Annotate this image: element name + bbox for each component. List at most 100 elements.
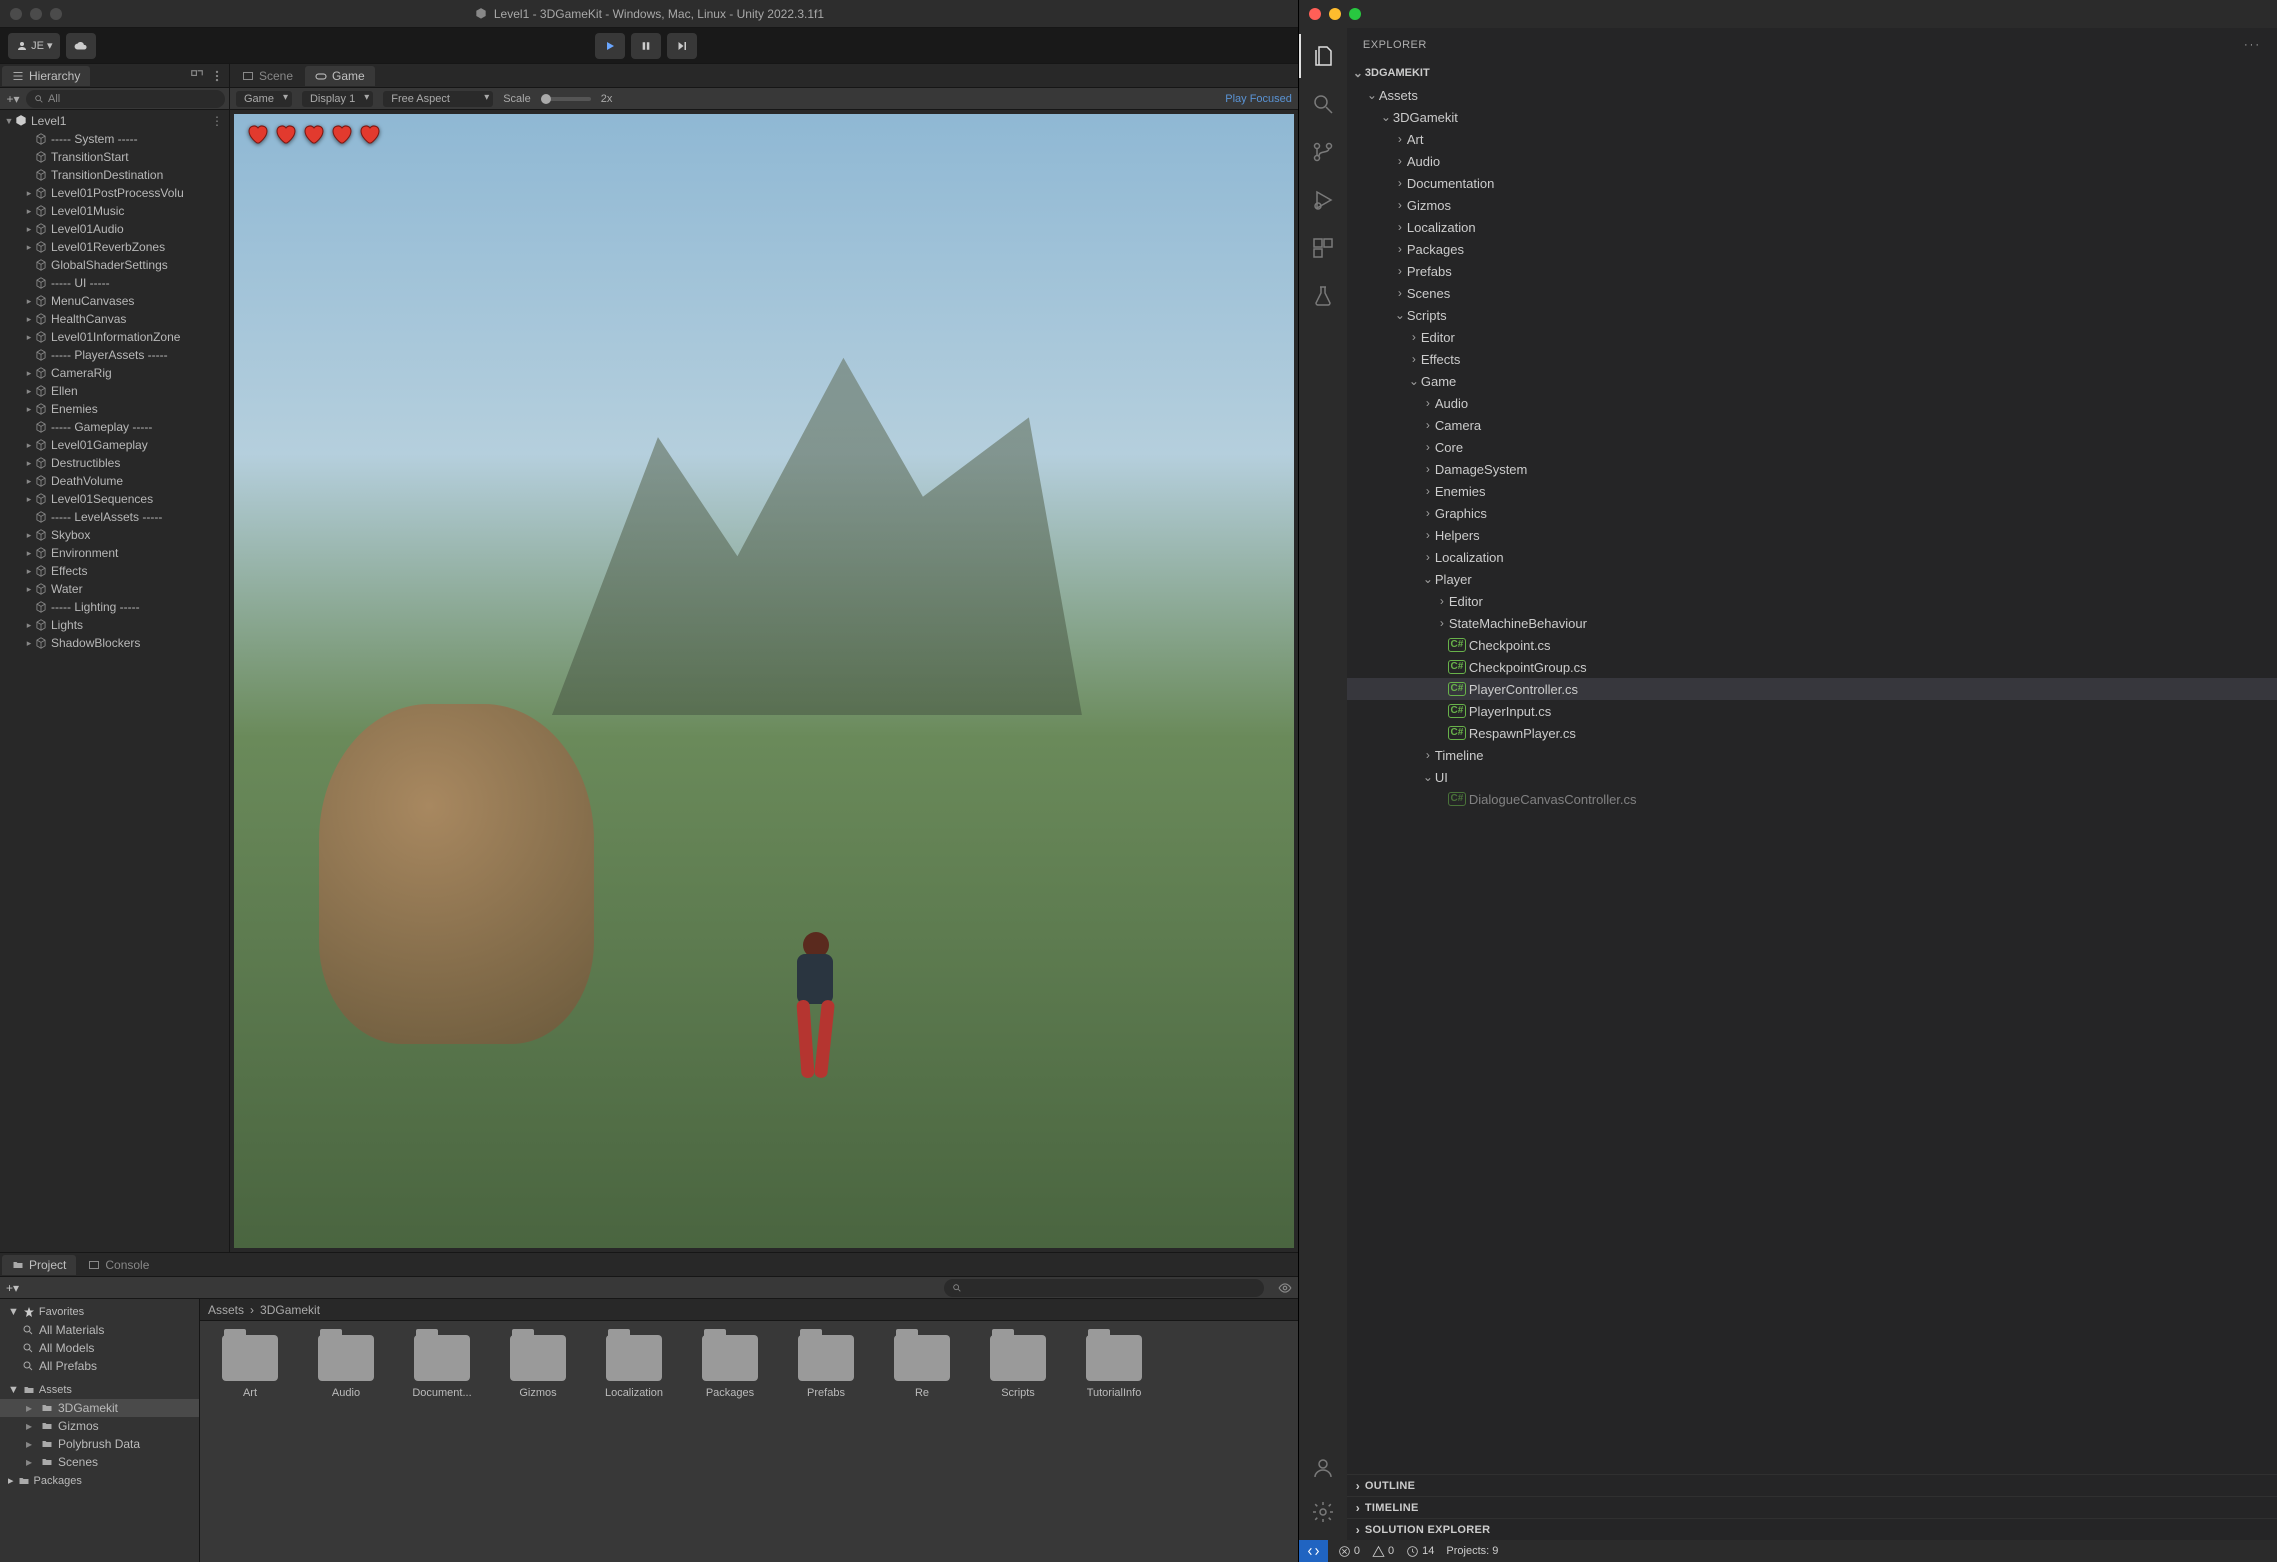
warnings-status[interactable]: 0 (1372, 1545, 1394, 1558)
cloud-button[interactable] (66, 33, 96, 59)
projects-status[interactable]: Projects: 9 (1446, 1545, 1498, 1557)
settings-activity[interactable] (1299, 1490, 1347, 1534)
folder-item[interactable]: ›Packages (1347, 238, 2277, 260)
folder-item[interactable]: ›Scenes (1347, 282, 2277, 304)
run-debug-activity[interactable] (1299, 178, 1347, 222)
project-tree[interactable]: ▼ Favorites All MaterialsAll ModelsAll P… (0, 1299, 200, 1562)
folder-item[interactable]: ⌄Assets (1347, 84, 2277, 106)
hierarchy-item[interactable]: ----- Lighting ----- (0, 598, 229, 616)
game-viewport[interactable] (234, 114, 1294, 1248)
scale-slider[interactable] (541, 97, 591, 101)
hierarchy-item[interactable]: ▸Level01Music (0, 202, 229, 220)
scene-tab[interactable]: Scene (232, 66, 303, 86)
file-item[interactable]: C#PlayerController.cs (1347, 678, 2277, 700)
file-item[interactable]: C#DialogueCanvasController.cs (1347, 788, 2277, 810)
asset-folder[interactable]: Art (214, 1335, 286, 1399)
folder-item[interactable]: ›Documentation (1347, 172, 2277, 194)
folder-item[interactable]: ›Camera (1347, 414, 2277, 436)
close-dot[interactable] (1309, 8, 1321, 20)
project-search[interactable] (944, 1279, 1264, 1297)
folder-item[interactable]: ⌄Game (1347, 370, 2277, 392)
asset-folder[interactable]: TutorialInfo (1078, 1335, 1150, 1399)
folder-item[interactable]: ›Localization (1347, 216, 2277, 238)
detach-icon[interactable] (190, 69, 204, 83)
explorer-tree[interactable]: ⌄3DGAMEKIT ⌄Assets⌄3DGamekit›Art›Audio›D… (1347, 62, 2277, 1474)
folder-item[interactable]: ›Timeline (1347, 744, 2277, 766)
file-item[interactable]: C#CheckpointGroup.cs (1347, 656, 2277, 678)
hierarchy-item[interactable]: ▸CameraRig (0, 364, 229, 382)
folder-item[interactable]: ›Prefabs (1347, 260, 2277, 282)
folder-item[interactable]: ›Helpers (1347, 524, 2277, 546)
hierarchy-item[interactable]: TransitionDestination (0, 166, 229, 184)
hierarchy-item[interactable]: ▸Ellen (0, 382, 229, 400)
hierarchy-item[interactable]: ▸Lights (0, 616, 229, 634)
asset-folder[interactable]: Prefabs (790, 1335, 862, 1399)
minimize-dot[interactable] (30, 8, 42, 20)
create-dropdown[interactable]: +▾ (4, 90, 22, 108)
folder-item[interactable]: ›Art (1347, 128, 2277, 150)
favorite-item[interactable]: All Materials (0, 1321, 199, 1339)
asset-folder[interactable]: Gizmos (502, 1335, 574, 1399)
hierarchy-item[interactable]: TransitionStart (0, 148, 229, 166)
clock-status[interactable]: 14 (1406, 1545, 1434, 1558)
asset-folder[interactable]: Audio (310, 1335, 382, 1399)
file-item[interactable]: C#PlayerInput.cs (1347, 700, 2277, 722)
hierarchy-item[interactable]: ▸Level01ReverbZones (0, 238, 229, 256)
hierarchy-item[interactable]: ▸HealthCanvas (0, 310, 229, 328)
source-control-activity[interactable] (1299, 130, 1347, 174)
hierarchy-item[interactable]: ▸Level01Sequences (0, 490, 229, 508)
project-tree-item[interactable]: ▸Gizmos (0, 1417, 199, 1435)
hierarchy-item[interactable]: ▸Level01PostProcessVolu (0, 184, 229, 202)
file-item[interactable]: C#RespawnPlayer.cs (1347, 722, 2277, 744)
sidebar-section[interactable]: ›TIMELINE (1347, 1496, 2277, 1518)
folder-item[interactable]: ›StateMachineBehaviour (1347, 612, 2277, 634)
play-button[interactable] (595, 33, 625, 59)
asset-folder[interactable]: Document... (406, 1335, 478, 1399)
maximize-dot[interactable] (50, 8, 62, 20)
folder-item[interactable]: ›Effects (1347, 348, 2277, 370)
vscode-window-controls[interactable] (1309, 8, 1361, 20)
hierarchy-item[interactable]: ▸Level01Audio (0, 220, 229, 238)
project-tree-item[interactable]: ▸Polybrush Data (0, 1435, 199, 1453)
scene-row[interactable]: ▼Level1⋮ (0, 112, 229, 130)
file-item[interactable]: C#Checkpoint.cs (1347, 634, 2277, 656)
folder-item[interactable]: ›Editor (1347, 590, 2277, 612)
asset-grid[interactable]: ArtAudioDocument...GizmosLocalizationPac… (200, 1321, 1298, 1562)
project-tab[interactable]: Project (2, 1255, 76, 1275)
hierarchy-item[interactable]: ▸Destructibles (0, 454, 229, 472)
folder-item[interactable]: ›Gizmos (1347, 194, 2277, 216)
hierarchy-item[interactable]: ▸Skybox (0, 526, 229, 544)
accounts-activity[interactable] (1299, 1446, 1347, 1490)
display-dropdown[interactable]: Display 1 (302, 91, 373, 107)
hierarchy-item[interactable]: ▸Environment (0, 544, 229, 562)
play-focused-label[interactable]: Play Focused (1225, 93, 1292, 105)
assets-header[interactable]: ▼ Assets (0, 1381, 199, 1399)
folder-item[interactable]: ⌄Player (1347, 568, 2277, 590)
hierarchy-item[interactable]: ----- System ----- (0, 130, 229, 148)
sidebar-section[interactable]: ›SOLUTION EXPLORER (1347, 1518, 2277, 1540)
game-target-dropdown[interactable]: Game (236, 91, 292, 107)
hierarchy-item[interactable]: ----- Gameplay ----- (0, 418, 229, 436)
folder-item[interactable]: ⌄3DGamekit (1347, 106, 2277, 128)
folder-item[interactable]: ›Core (1347, 436, 2277, 458)
step-button[interactable] (667, 33, 697, 59)
hierarchy-item[interactable]: ▸Enemies (0, 400, 229, 418)
hierarchy-tab[interactable]: Hierarchy (2, 66, 90, 86)
packages-header[interactable]: ▸ Packages (0, 1471, 199, 1490)
asset-folder[interactable]: Re (886, 1335, 958, 1399)
asset-folder[interactable]: Localization (598, 1335, 670, 1399)
favorite-item[interactable]: All Models (0, 1339, 199, 1357)
unity-window-controls[interactable] (10, 8, 62, 20)
maximize-dot[interactable] (1349, 8, 1361, 20)
folder-item[interactable]: ›Enemies (1347, 480, 2277, 502)
favorites-header[interactable]: ▼ Favorites (0, 1303, 199, 1321)
folder-item[interactable]: ⌄UI (1347, 766, 2277, 788)
minimize-dot[interactable] (1329, 8, 1341, 20)
game-tab[interactable]: Game (305, 66, 375, 86)
hierarchy-item[interactable]: ▸ShadowBlockers (0, 634, 229, 652)
hierarchy-item[interactable]: ▸Effects (0, 562, 229, 580)
account-button[interactable]: JE ▾ (8, 33, 60, 59)
pause-button[interactable] (631, 33, 661, 59)
hierarchy-item[interactable]: ----- UI ----- (0, 274, 229, 292)
explorer-activity[interactable] (1299, 34, 1347, 78)
